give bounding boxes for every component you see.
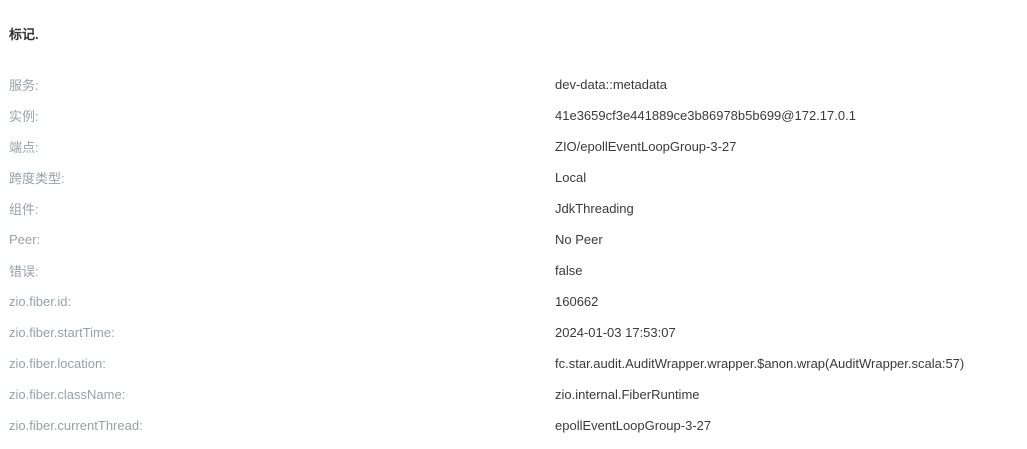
tag-key: zio.fiber.location:: [9, 356, 106, 371]
tag-row-fiber-class-name: zio.fiber.className: zio.internal.FiberR…: [0, 379, 1027, 410]
tag-row-fiber-current-thread: zio.fiber.currentThread: epollEventLoopG…: [0, 410, 1027, 441]
tag-value: Local: [555, 170, 587, 185]
tag-value: 160662: [555, 294, 599, 309]
tag-value: 2024-01-03 17:53:07: [555, 325, 676, 340]
tag-key: 服务:: [9, 78, 39, 93]
tag-key: zio.fiber.currentThread:: [9, 418, 143, 433]
tag-row-span-type: 跨度类型: Local: [0, 162, 1027, 193]
tag-key: zio.fiber.id:: [9, 294, 72, 309]
tag-value: dev-data::metadata: [555, 77, 668, 92]
tag-value: No Peer: [555, 232, 603, 247]
tag-row-peer: Peer: No Peer: [0, 224, 1027, 255]
tag-value: 41e3659cf3e441889ce3b86978b5b699@172.17.…: [555, 108, 856, 123]
tag-value: ZIO/epollEventLoopGroup-3-27: [555, 139, 737, 154]
tags-section-title: 标记.: [9, 27, 39, 42]
tag-row-endpoint: 端点: ZIO/epollEventLoopGroup-3-27: [0, 131, 1027, 162]
tag-value: false: [555, 263, 583, 278]
tag-row-instance: 实例: 41e3659cf3e441889ce3b86978b5b699@172…: [0, 100, 1027, 131]
tag-key: 错误:: [9, 264, 39, 279]
tag-row-fiber-start-time: zio.fiber.startTime: 2024-01-03 17:53:07: [0, 317, 1027, 348]
tag-key: zio.fiber.className:: [9, 387, 126, 402]
tag-key: 组件:: [9, 202, 39, 217]
tag-key: 实例:: [9, 109, 39, 124]
tag-value: JdkThreading: [555, 201, 634, 216]
tag-value: epollEventLoopGroup-3-27: [555, 418, 712, 433]
tag-row-fiber-location: zio.fiber.location: fc.star.audit.AuditW…: [0, 348, 1027, 379]
tag-row-fiber-id: zio.fiber.id: 160662: [0, 286, 1027, 317]
tag-value: fc.star.audit.AuditWrapper.wrapper.$anon…: [555, 356, 965, 371]
tag-row-service: 服务: dev-data::metadata: [0, 69, 1027, 100]
tag-row-error: 错误: false: [0, 255, 1027, 286]
tag-row-component: 组件: JdkThreading: [0, 193, 1027, 224]
tag-key: 端点:: [9, 140, 39, 155]
tag-key: 跨度类型:: [9, 171, 65, 186]
tags-list: 服务: dev-data::metadata 实例: 41e3659cf3e44…: [0, 69, 1027, 441]
tag-key: Peer:: [9, 232, 41, 247]
tag-key: zio.fiber.startTime:: [9, 325, 115, 340]
tag-value: zio.internal.FiberRuntime: [555, 387, 700, 402]
